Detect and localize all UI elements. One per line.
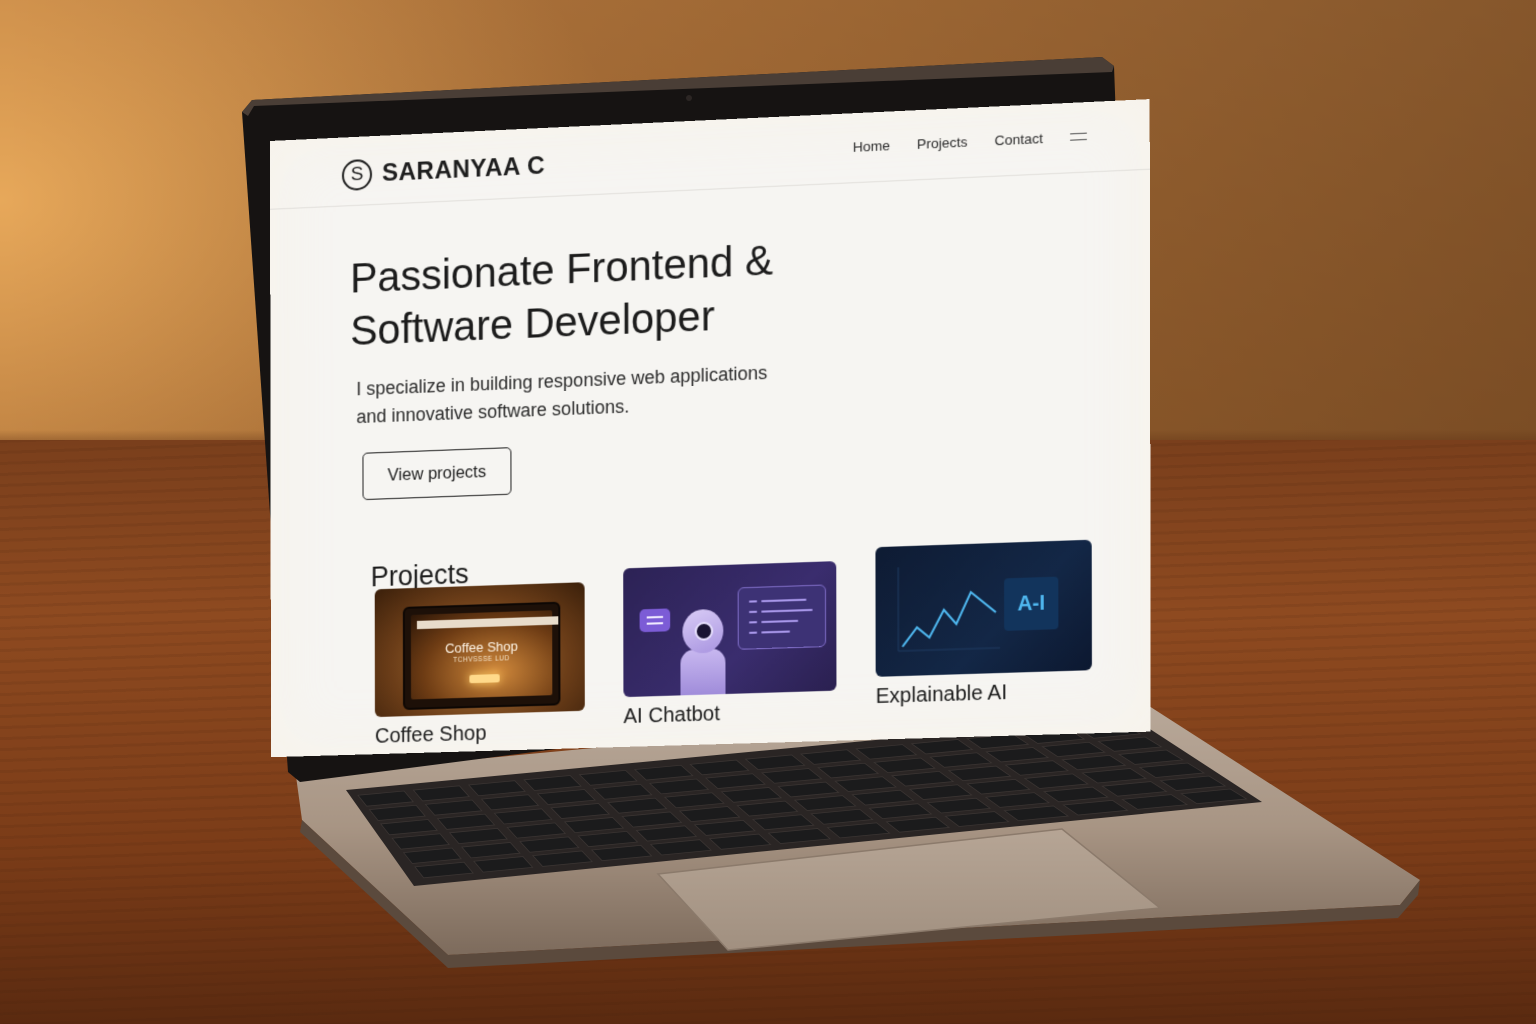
hero-title: Passionate Frontend & Software Developer — [350, 229, 879, 357]
brand[interactable]: S SARANYAA C — [342, 151, 545, 191]
project-card-coffee-shop[interactable]: Coffee Shop TCHVSSSE LUD Coffee Shop — [375, 582, 585, 749]
nav-projects[interactable]: Projects — [917, 134, 968, 152]
project-title: Coffee Shop — [375, 719, 585, 749]
view-projects-button[interactable]: View projects — [362, 447, 511, 500]
line-chart-icon — [875, 540, 1091, 677]
photo-scene: Hucrood nq S SARANYAA C Home Projects Co… — [0, 0, 1536, 1024]
xai-badge: A-I — [1004, 577, 1058, 631]
webcam-icon — [686, 95, 692, 101]
brand-name: SARANYAA C — [382, 152, 545, 189]
nav-contact[interactable]: Contact — [994, 130, 1043, 148]
hero-title-line2: Software Developer — [350, 292, 715, 355]
ai-chatbot-thumbnail — [623, 561, 836, 697]
brand-logo-icon: S — [342, 159, 372, 191]
nav-links: Home Projects Contact — [853, 128, 1087, 155]
nav-home[interactable]: Home — [853, 138, 890, 155]
project-card-explainable-ai[interactable]: A-I Explainable AI — [875, 540, 1092, 710]
explainable-ai-thumbnail: A-I — [875, 540, 1091, 677]
chat-bubble-icon — [640, 608, 671, 632]
coffee-shop-thumbnail: Coffee Shop TCHVSSSE LUD — [375, 582, 585, 717]
tablet-mockup: Coffee Shop TCHVSSSE LUD — [403, 602, 561, 710]
hero-subtitle: I specialize in building responsive web … — [356, 358, 803, 432]
screen: S SARANYAA C Home Projects Contact Passi… — [270, 99, 1151, 757]
project-card-ai-chatbot[interactable]: AI Chatbot — [623, 561, 836, 729]
robot-body — [680, 648, 725, 697]
project-title: AI Chatbot — [623, 699, 836, 729]
project-title: Explainable AI — [876, 679, 1092, 710]
hero-subtitle-line2: and innovative software solutions. — [356, 396, 629, 427]
chat-panel — [738, 584, 826, 649]
hero-subtitle-line1: I specialize in building responsive web … — [356, 362, 767, 399]
hamburger-icon[interactable] — [1070, 132, 1087, 141]
